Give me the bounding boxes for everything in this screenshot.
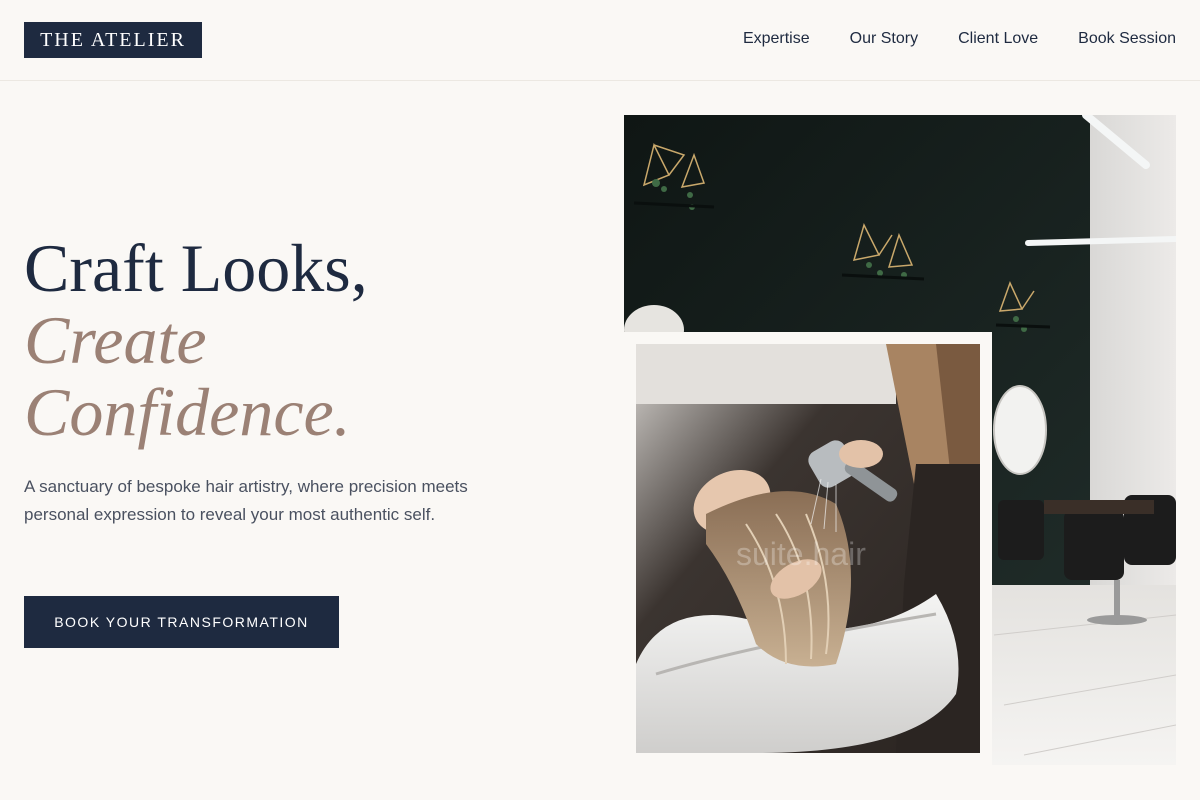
brand-logo[interactable]: THE ATELIER	[24, 22, 202, 58]
hero-title-line-2: Create	[24, 302, 207, 378]
nav-item-our-story[interactable]: Our Story	[850, 30, 918, 48]
hero-title: Craft Looks, Create Confidence.	[24, 232, 584, 448]
site-header: THE ATELIER Expertise Our Story Client L…	[0, 0, 1200, 81]
hero-title-line-3: Confidence.	[24, 374, 351, 450]
nav-item-expertise[interactable]: Expertise	[743, 30, 810, 48]
main-nav: Expertise Our Story Client Love Book Ses…	[743, 30, 1176, 48]
hero-title-line-1: Craft Looks,	[24, 230, 368, 306]
hero-subtitle: A sanctuary of bespoke hair artistry, wh…	[24, 477, 468, 524]
book-transformation-button[interactable]: BOOK YOUR TRANSFORMATION	[24, 596, 339, 648]
nav-item-book-session[interactable]: Book Session	[1078, 30, 1176, 48]
photo-watermark: suite.hair	[736, 536, 866, 572]
nav-item-client-love[interactable]: Client Love	[958, 30, 1038, 48]
